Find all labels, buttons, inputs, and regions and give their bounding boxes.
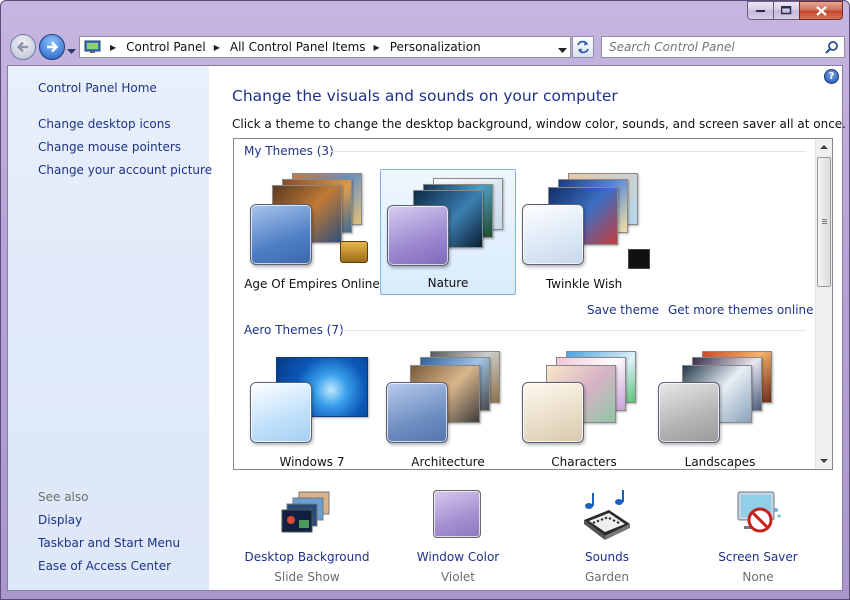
address-bar[interactable]: ▶ Control Panel ▶ All Control Panel Item… [79,36,571,58]
caption-buttons [747,1,843,20]
scroll-thumb[interactable] [817,157,831,287]
theme-name: Architecture [411,455,485,469]
theme-characters[interactable]: Characters [516,347,652,469]
breadcrumb-separator[interactable]: ▶ [110,43,116,52]
theme-glass-swatch [386,382,448,443]
control-panel-home-link[interactable]: Control Panel Home [38,81,157,95]
theme-name: Characters [551,455,617,469]
forward-arrow-icon [47,41,59,53]
screen-saver-setting[interactable]: Screen Saver None [683,486,833,586]
desktop-background-link[interactable]: Desktop Background [232,550,382,564]
control-panel-icon [84,40,102,54]
see-also-heading: See also [38,490,89,504]
search-icon[interactable] [825,40,839,54]
sounds-value: Garden [585,570,629,584]
themes-scrollbar[interactable] [815,139,832,469]
group-divider [338,330,806,331]
chevron-down-icon [558,48,567,53]
display-link[interactable]: Display [38,513,82,527]
task-pane: Control Panel Home Change desktop icons … [8,66,212,590]
theme-glass-swatch [522,204,584,265]
change-desktop-icons-link[interactable]: Change desktop icons [38,117,171,131]
refresh-button[interactable] [572,36,594,58]
theme-glass-swatch [522,382,584,443]
desktop-background-icon [281,490,333,542]
window-color-setting[interactable]: Window Color Violet [383,486,533,586]
themes-list: My Themes (3) Age Of Empires Online Natu… [233,138,833,470]
maximize-icon [781,6,792,15]
desktop-background-setting[interactable]: Desktop Background Slide Show [232,486,382,586]
my-themes-group-header[interactable]: My Themes (3) [244,144,334,158]
screen-saver-link[interactable]: Screen Saver [683,550,833,564]
address-dropdown[interactable] [558,43,567,57]
close-icon [815,5,827,16]
page-description: Click a theme to change the desktop back… [232,117,846,131]
theme-glass-swatch [387,205,449,266]
get-more-themes-link[interactable]: Get more themes online [668,303,814,317]
help-icon[interactable]: ? [824,69,839,84]
theme-glass-swatch [658,382,720,443]
aero-themes-group-header[interactable]: Aero Themes (7) [244,323,344,337]
chevron-down-icon [67,49,76,54]
group-divider [330,151,806,152]
theme-architecture[interactable]: Architecture [380,347,516,469]
desktop-background-value: Slide Show [274,570,340,584]
theme-name: Twinkle Wish [545,277,623,291]
breadcrumb-all-items[interactable]: All Control Panel Items [230,40,366,54]
theme-windows-7[interactable]: Windows 7 [244,347,380,469]
save-theme-link[interactable]: Save theme [587,303,659,317]
screen-saver-value: None [742,570,774,584]
minimize-button[interactable] [747,1,773,20]
minimize-icon [755,9,765,12]
back-button[interactable] [10,34,36,60]
client-area: Control Panel Home Change desktop icons … [7,65,846,591]
change-mouse-pointers-link[interactable]: Change mouse pointers [38,140,181,154]
window-color-icon [432,490,484,542]
breadcrumb-control-panel[interactable]: Control Panel [126,40,206,54]
theme-glass-swatch [250,382,312,443]
theme-glass-swatch [250,204,312,265]
theme-name: Nature [427,276,469,290]
window-color-link[interactable]: Window Color [383,550,533,564]
theme-landscapes[interactable]: Landscapes [652,347,788,469]
ease-of-access-link[interactable]: Ease of Access Center [38,559,171,573]
breadcrumb-personalization[interactable]: Personalization [390,40,481,54]
close-button[interactable] [799,1,843,20]
forward-button[interactable] [39,34,65,60]
screen-saver-icon [732,490,784,542]
window-color-value: Violet [440,570,476,584]
theme-twinkle-wish[interactable]: Twinkle Wish [516,169,652,295]
back-arrow-icon [16,41,28,53]
breadcrumb-separator[interactable]: ▶ [374,43,380,52]
sounds-icon [581,490,633,542]
theme-name: Landscapes [684,455,756,469]
theme-age-of-empires-online[interactable]: Age Of Empires Online [244,169,380,295]
search-box [601,36,845,58]
sounds-setting[interactable]: Sounds Garden [532,486,682,586]
page-title: Change the visuals and sounds on your co… [232,87,618,105]
twinkle-wish-badge [628,249,650,269]
theme-name: Windows 7 [279,455,345,469]
age-of-empires-logo [340,241,368,263]
taskbar-start-menu-link[interactable]: Taskbar and Start Menu [38,536,180,550]
personalization-window: ▶ Control Panel ▶ All Control Panel Item… [0,0,850,600]
navigation-bar: ▶ Control Panel ▶ All Control Panel Item… [7,31,845,61]
theme-nature[interactable]: Nature [380,169,516,295]
refresh-icon [577,40,589,54]
scroll-down-arrow-icon[interactable] [820,459,828,463]
theme-name: Age Of Empires Online [244,277,380,291]
recent-pages-dropdown[interactable] [67,44,76,58]
change-account-picture-link[interactable]: Change your account picture [38,163,212,177]
search-input[interactable] [602,40,825,54]
scroll-up-arrow-icon[interactable] [820,145,828,149]
breadcrumb-separator[interactable]: ▶ [214,43,220,52]
maximize-button[interactable] [773,1,799,20]
sounds-link[interactable]: Sounds [532,550,682,564]
